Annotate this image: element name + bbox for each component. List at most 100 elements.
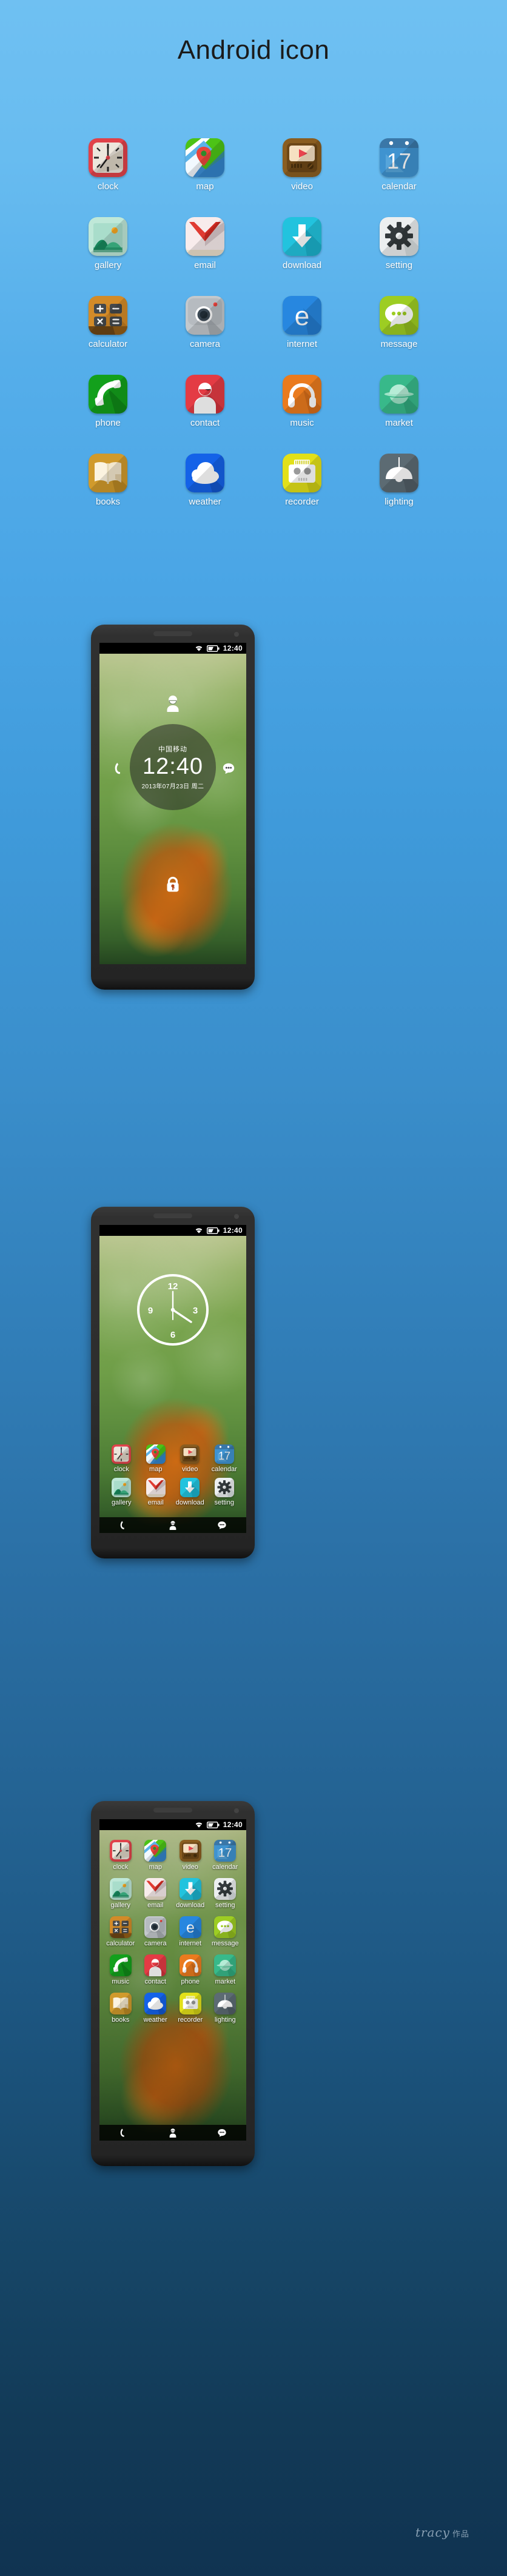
message-bubble-icon[interactable]: [222, 762, 235, 775]
app-tile-music[interactable]: music: [254, 375, 351, 454]
app-tile-gallery[interactable]: gallery: [59, 217, 156, 296]
drawer-app-contact[interactable]: contact: [138, 1954, 173, 1985]
app-tile-camera[interactable]: camera: [156, 296, 254, 375]
navigation-bar: [99, 2125, 246, 2141]
app-tile-recorder[interactable]: recorder: [254, 454, 351, 532]
app-label: calendar: [212, 1863, 238, 1871]
app-label: calendar: [211, 1466, 237, 1473]
app-tile-internet[interactable]: e internet: [254, 296, 351, 375]
home-app-video[interactable]: video: [173, 1444, 207, 1473]
battery-half-icon: [206, 645, 220, 652]
drawer-app-music[interactable]: music: [103, 1954, 138, 1985]
drawer-app-books[interactable]: books: [103, 1993, 138, 2024]
drawer-app-setting[interactable]: setting: [208, 1878, 243, 1909]
app-label: phone: [95, 418, 121, 428]
app-label: weather: [189, 497, 221, 507]
app-tile-setting[interactable]: setting: [351, 217, 448, 296]
phone-screen-homescreen[interactable]: 12:40 12 3 6 9 clock map video 17 calend…: [99, 1225, 246, 1533]
phone-screen-appdrawer[interactable]: 12:40 clock map video 17 calendar galler…: [99, 1819, 246, 2141]
phone-screen-lockscreen[interactable]: 12:40 中国移动 12:40 2013年07月23日 周二: [99, 643, 246, 964]
home-app-calendar[interactable]: 17 calendar: [207, 1444, 242, 1473]
lockscreen-stage[interactable]: 中国移动 12:40 2013年07月23日 周二: [99, 654, 246, 964]
wifi-icon: [195, 1228, 203, 1233]
calendar-icon: 17: [380, 138, 418, 177]
calendar-icon: 17: [214, 1840, 237, 1862]
app-label: video: [182, 1863, 198, 1871]
internet-icon: e: [179, 1916, 201, 1938]
drawer-app-internet[interactable]: e internet: [173, 1916, 208, 1947]
market-icon: [380, 375, 418, 414]
drawer-app-lighting[interactable]: lighting: [208, 1993, 243, 2024]
drawer-app-phone[interactable]: phone: [173, 1954, 208, 1985]
phone-handset-icon[interactable]: [119, 1520, 129, 1530]
appdrawer-stage[interactable]: clock map video 17 calendar gallery emai…: [99, 1830, 246, 2141]
home-app-gallery[interactable]: gallery: [104, 1478, 139, 1506]
app-tile-download[interactable]: download: [254, 217, 351, 296]
app-label: weather: [143, 2016, 167, 2024]
front-camera: [234, 1214, 239, 1219]
drawer-app-calculator[interactable]: calculator: [103, 1916, 138, 1947]
video-icon: [180, 1444, 200, 1464]
phone-handset-icon[interactable]: [113, 762, 126, 775]
app-label: map: [196, 181, 214, 192]
app-label: clock: [113, 1466, 129, 1473]
signature-suffix: 作品: [452, 2530, 469, 2539]
drawer-app-download[interactable]: download: [173, 1878, 208, 1909]
home-app-map[interactable]: map: [139, 1444, 173, 1473]
lockscreen-dial[interactable]: 中国移动 12:40 2013年07月23日 周二: [130, 724, 216, 810]
lockscreen-time: 12:40: [142, 753, 204, 779]
app-tile-message[interactable]: message: [351, 296, 448, 375]
analog-clock-widget[interactable]: 12 3 6 9: [135, 1272, 210, 1347]
app-tile-lighting[interactable]: lighting: [351, 454, 448, 532]
app-label: internet: [179, 1940, 202, 1947]
home-app-email[interactable]: email: [139, 1478, 173, 1506]
app-label: email: [147, 1902, 164, 1909]
app-tile-contact[interactable]: contact: [156, 375, 254, 454]
user-avatar-icon[interactable]: [168, 1520, 178, 1530]
app-tile-phone[interactable]: phone: [59, 375, 156, 454]
message-icon: [214, 1916, 237, 1938]
page-title: Android icon: [177, 35, 330, 65]
drawer-app-email[interactable]: email: [138, 1878, 173, 1909]
phone-handset-icon[interactable]: [119, 2128, 129, 2138]
app-tile-map[interactable]: map: [156, 138, 254, 217]
speaker-grille: [153, 1213, 192, 1218]
status-bar-time: 12:40: [223, 1820, 243, 1829]
app-tile-weather[interactable]: weather: [156, 454, 254, 532]
app-label: recorder: [285, 497, 319, 507]
homescreen-stage[interactable]: 12 3 6 9 clock map video 17 calendar gal…: [99, 1236, 246, 1533]
app-tile-email[interactable]: email: [156, 217, 254, 296]
drawer-app-calendar[interactable]: 17 calendar: [208, 1840, 243, 1871]
drawer-app-clock[interactable]: clock: [103, 1840, 138, 1871]
message-bubble-icon[interactable]: [217, 1520, 227, 1530]
drawer-app-camera[interactable]: camera: [138, 1916, 173, 1947]
home-app-download[interactable]: download: [173, 1478, 207, 1506]
home-app-setting[interactable]: setting: [207, 1478, 242, 1506]
app-label: map: [149, 1863, 162, 1871]
clock-icon: [112, 1444, 132, 1464]
gallery-icon: [89, 217, 127, 256]
lock-icon[interactable]: [165, 876, 181, 893]
app-tile-market[interactable]: market: [351, 375, 448, 454]
app-tile-calculator[interactable]: calculator: [59, 296, 156, 375]
app-tile-video[interactable]: video: [254, 138, 351, 217]
drawer-app-recorder[interactable]: recorder: [173, 1993, 208, 2024]
message-bubble-icon[interactable]: [217, 2128, 227, 2138]
map-icon: [146, 1444, 166, 1464]
drawer-app-message[interactable]: message: [208, 1916, 243, 1947]
video-icon: [283, 138, 321, 177]
drawer-app-market[interactable]: market: [208, 1954, 243, 1985]
app-label: market: [215, 1978, 236, 1985]
user-avatar-icon[interactable]: [168, 2128, 178, 2138]
drawer-app-weather[interactable]: weather: [138, 1993, 173, 2024]
home-app-clock[interactable]: clock: [104, 1444, 139, 1473]
status-bar-time: 12:40: [223, 1226, 243, 1235]
app-tile-books[interactable]: books: [59, 454, 156, 532]
drawer-app-gallery[interactable]: gallery: [103, 1878, 138, 1909]
phone-icon: [89, 375, 127, 414]
drawer-app-map[interactable]: map: [138, 1840, 173, 1871]
app-tile-calendar[interactable]: 17 calendar: [351, 138, 448, 217]
phone-mockup-appdrawer: 12:40 clock map video 17 calendar galler…: [91, 1801, 255, 2166]
drawer-app-video[interactable]: video: [173, 1840, 208, 1871]
app-tile-clock[interactable]: clock: [59, 138, 156, 217]
